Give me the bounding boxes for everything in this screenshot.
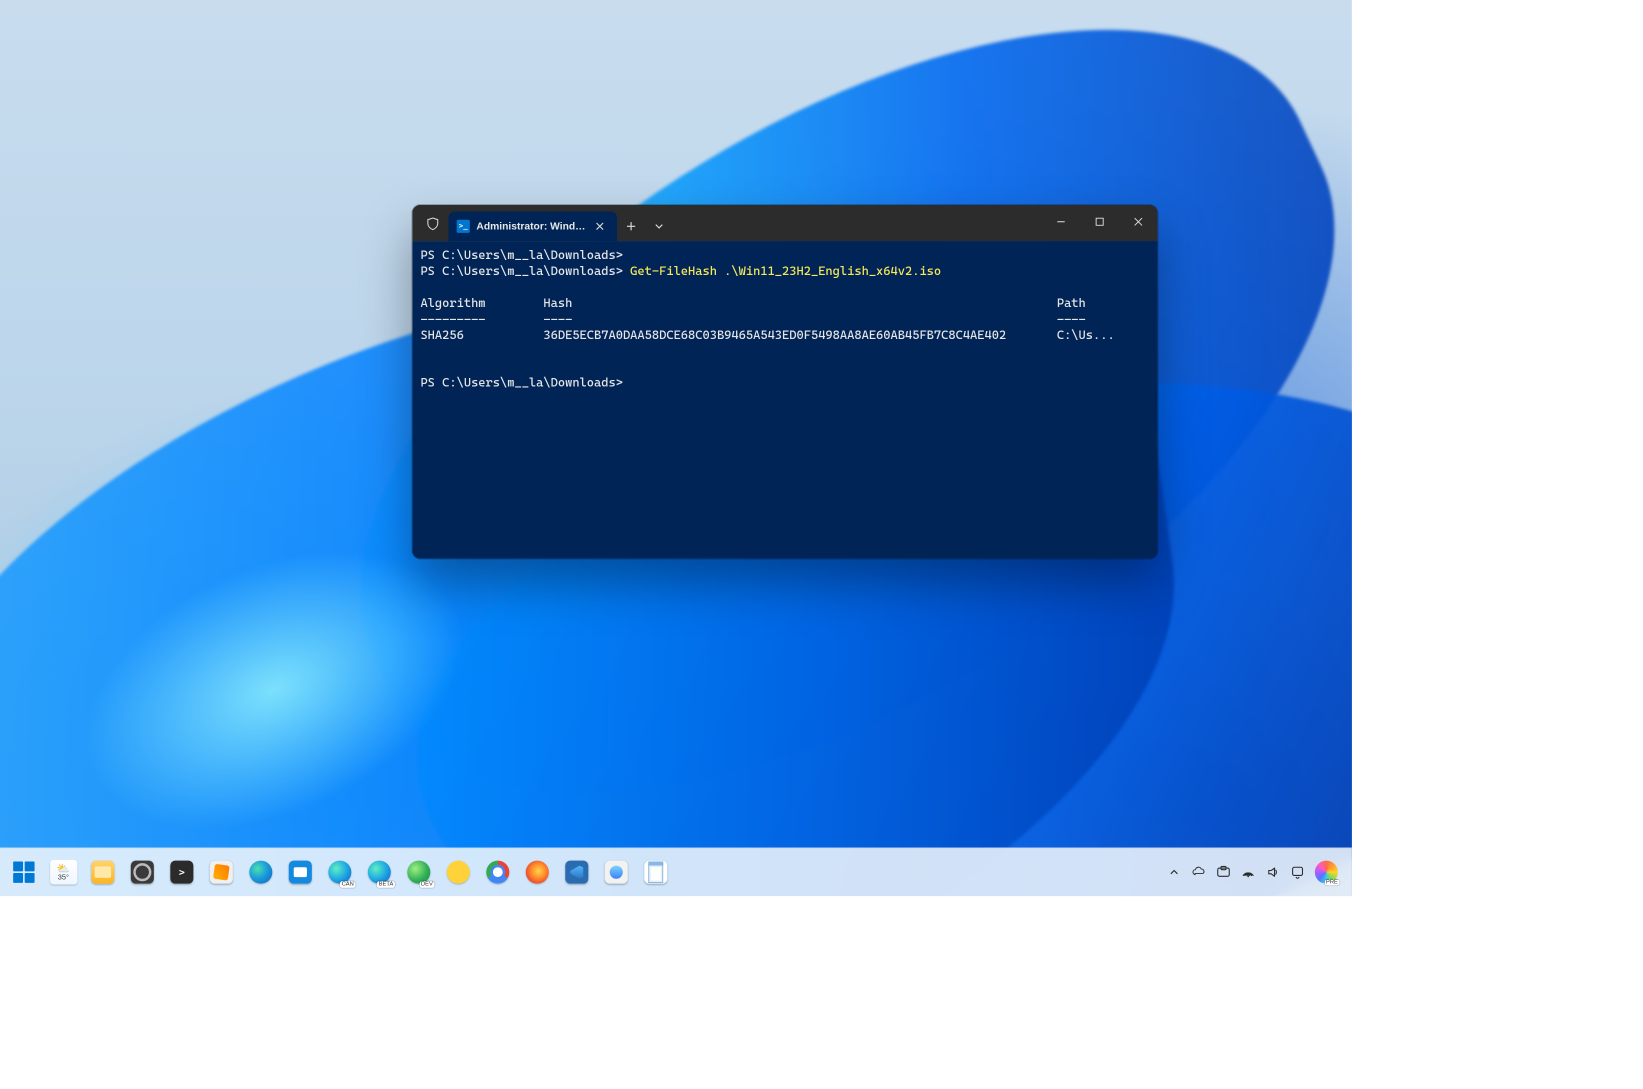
- val-path: C:\Us...: [1057, 328, 1115, 343]
- taskbar-chrome-canary[interactable]: [441, 855, 476, 890]
- chrome-icon: [486, 861, 509, 884]
- chrome-canary-icon: [447, 861, 470, 884]
- tray-overflow-button[interactable]: [1164, 862, 1184, 882]
- taskbar[interactable]: ⛅ 35° CAN BETA DEV: [0, 847, 1352, 896]
- taskbar-edge-beta[interactable]: BETA: [362, 855, 397, 890]
- taskbar-store[interactable]: [283, 855, 318, 890]
- system-tray[interactable]: [1164, 862, 1345, 882]
- tray-volume-icon[interactable]: [1263, 862, 1283, 882]
- taskbar-settings[interactable]: [125, 855, 160, 890]
- taskbar-edge[interactable]: [244, 855, 279, 890]
- ps-command: Get-FileHash .\Win11_23H2_English_x64v2.…: [630, 264, 941, 279]
- copilot-icon: [1315, 861, 1338, 884]
- minimize-button[interactable]: [1042, 205, 1081, 238]
- ps-prompt: PS C:\Users\m__la\Downloads>: [420, 264, 630, 279]
- taskbar-weather[interactable]: ⛅ 35°: [46, 855, 81, 890]
- tray-language-icon[interactable]: [1214, 862, 1234, 882]
- taskbar-file-explorer[interactable]: [86, 855, 121, 890]
- onedrive-icon[interactable]: [1189, 862, 1209, 882]
- ps-prompt: PS C:\Users\m__la\Downloads>: [420, 375, 622, 390]
- maximize-button[interactable]: [1080, 205, 1119, 238]
- new-tab-button[interactable]: [617, 211, 645, 241]
- tab-close-button[interactable]: [591, 217, 609, 235]
- taskbar-devhome[interactable]: [599, 855, 634, 890]
- terminal-output[interactable]: PS C:\Users\m__la\Downloads> PS C:\Users…: [412, 241, 1157, 559]
- powershell-icon: >_: [457, 220, 470, 233]
- ps-prompt: PS C:\Users\m__la\Downloads>: [420, 248, 622, 263]
- terminal-tab-active[interactable]: >_ Administrator: Windows PowerShell: [448, 211, 617, 241]
- close-button[interactable]: [1119, 205, 1158, 238]
- weather-icon: ⛅ 35°: [50, 860, 77, 885]
- vscode-icon: [565, 861, 588, 884]
- tray-copilot-button[interactable]: [1312, 862, 1340, 882]
- weather-temp: 35°: [58, 874, 69, 881]
- tray-network-icon[interactable]: [1238, 862, 1258, 882]
- terminal-icon: [170, 861, 193, 884]
- terminal-window[interactable]: >_ Administrator: Windows PowerShell PS …: [412, 205, 1157, 559]
- store-icon: [289, 861, 312, 884]
- titlebar[interactable]: >_ Administrator: Windows PowerShell: [412, 205, 1157, 241]
- taskbar-terminal[interactable]: [165, 855, 200, 890]
- col-sep: ----: [543, 312, 572, 327]
- col-header-path: Path: [1057, 296, 1086, 311]
- devhome-icon: [605, 861, 628, 884]
- tab-title: Administrator: Windows PowerShell: [476, 221, 587, 233]
- accessory-icon: [210, 861, 233, 884]
- taskbar-accessory[interactable]: [204, 855, 239, 890]
- notepad-icon: [644, 861, 667, 884]
- gear-icon: [131, 861, 154, 884]
- windows-logo-icon: [13, 861, 34, 882]
- tray-notifications-icon[interactable]: [1288, 862, 1308, 882]
- start-button[interactable]: [7, 855, 42, 890]
- firefox-icon: [526, 861, 549, 884]
- taskbar-edge-canary[interactable]: CAN: [323, 855, 358, 890]
- taskbar-chrome[interactable]: [481, 855, 516, 890]
- val-algo: SHA256: [420, 328, 463, 343]
- admin-shield-icon: [425, 216, 440, 231]
- taskbar-vscode[interactable]: [560, 855, 595, 890]
- col-sep: ----: [1057, 312, 1086, 327]
- col-header-hash: Hash: [543, 296, 572, 311]
- tab-dropdown-button[interactable]: [645, 211, 673, 241]
- edge-icon: [249, 861, 272, 884]
- taskbar-firefox[interactable]: [520, 855, 555, 890]
- taskbar-notepad[interactable]: [638, 855, 673, 890]
- col-header-algo: Algorithm: [420, 296, 485, 311]
- val-hash: 36DE5ECB7A0DAA58DCE68C03B9465A543ED0F549…: [543, 328, 1006, 343]
- col-sep: ---------: [420, 312, 485, 327]
- taskbar-edge-dev[interactable]: DEV: [402, 855, 437, 890]
- file-explorer-icon: [91, 861, 114, 884]
